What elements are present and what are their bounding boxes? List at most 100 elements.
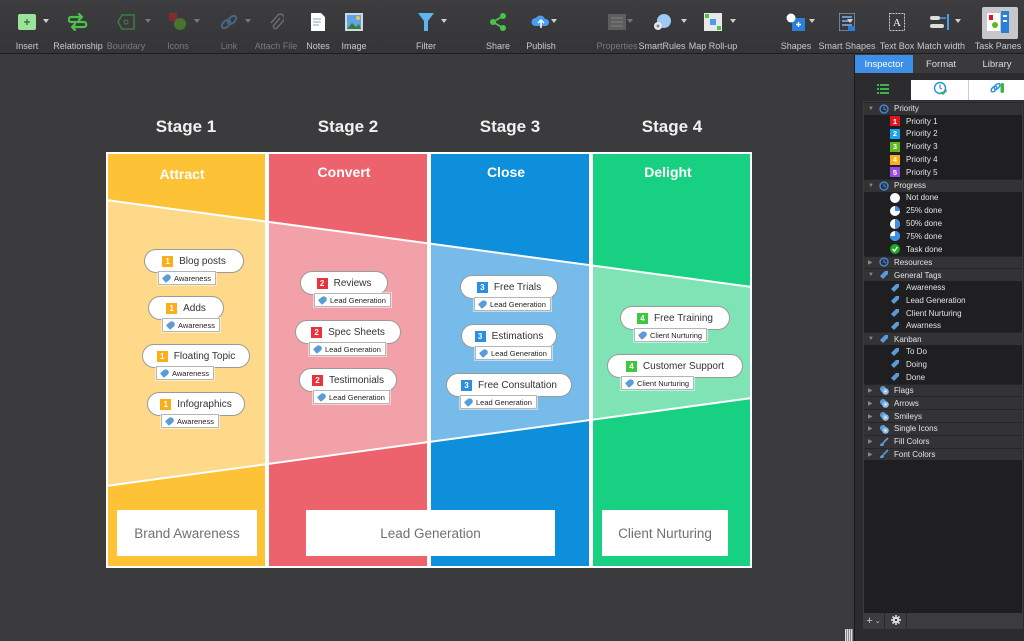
tree-item[interactable]: Done xyxy=(864,371,1022,384)
topic-node[interactable]: 3 Free Consultation xyxy=(446,373,572,397)
tree-item[interactable]: Doing xyxy=(864,358,1022,371)
disclosure-collapsed-icon[interactable]: ▶ xyxy=(868,259,876,266)
stage-footer-label[interactable]: Brand Awareness xyxy=(117,510,257,556)
tree-label: Resources xyxy=(894,257,933,267)
clock-icon xyxy=(879,104,889,114)
resize-grip[interactable] xyxy=(845,629,853,641)
settings-button[interactable] xyxy=(885,613,907,629)
disclosure-collapsed-icon[interactable]: ▶ xyxy=(868,413,876,420)
topic-node[interactable]: 1 Adds xyxy=(148,296,224,320)
tab-library[interactable]: Library xyxy=(969,55,1024,73)
add-button[interactable]: + ⌄ xyxy=(863,613,885,629)
disclosure-expanded-icon[interactable]: ▼ xyxy=(868,183,876,189)
tree-group-smileys[interactable]: ▶ Smileys xyxy=(864,409,1022,422)
tree-group-font-colors[interactable]: ▶ Font Colors xyxy=(864,447,1022,461)
tree-group-progress[interactable]: ▼ Progress xyxy=(864,178,1022,192)
topic-node[interactable]: 1 Floating Topic xyxy=(142,344,250,368)
topic-node[interactable]: 1 Infographics xyxy=(147,392,245,416)
disclosure-collapsed-icon[interactable]: ▶ xyxy=(868,438,876,445)
chevron-down-icon[interactable] xyxy=(955,19,961,23)
disclosure-collapsed-icon[interactable]: ▶ xyxy=(868,387,876,394)
tree-item[interactable]: 50% done xyxy=(864,217,1022,230)
chevron-down-icon[interactable] xyxy=(847,19,853,23)
topic-tag[interactable]: Lead Generation xyxy=(309,342,386,356)
tree-item[interactable]: 5 Priority 5 xyxy=(864,166,1022,179)
chevron-down-icon[interactable] xyxy=(441,19,447,23)
tag-icon xyxy=(638,330,648,340)
priority-2-icon: 2 xyxy=(311,326,323,338)
tree-item[interactable]: 4 Priority 4 xyxy=(864,153,1022,166)
tree-item[interactable]: To Do xyxy=(864,345,1022,358)
tree-group-fill-colors[interactable]: ▶ Fill Colors xyxy=(864,434,1022,448)
topic-tag[interactable]: Awareness xyxy=(161,414,219,428)
topic-node[interactable]: 4 Free Training xyxy=(620,306,730,330)
disclosure-collapsed-icon[interactable]: ▶ xyxy=(868,425,876,432)
tab-inspector[interactable]: Inspector xyxy=(855,55,913,73)
toolbar-match-width-button[interactable]: Match width xyxy=(911,0,971,54)
chevron-down-icon[interactable] xyxy=(730,19,736,23)
tag-icon xyxy=(464,397,474,407)
disclosure-collapsed-icon[interactable]: ▶ xyxy=(868,451,876,458)
topic-tag[interactable]: Client Nurturing xyxy=(621,376,695,390)
tree-group-priority[interactable]: ▼ Priority xyxy=(864,102,1022,115)
tree-label: Lead Generation xyxy=(906,295,966,305)
tree-item[interactable]: Lead Generation xyxy=(864,294,1022,307)
tag-label: Lead Generation xyxy=(330,295,386,305)
toolbar-map-roll-up-button[interactable]: Map Roll-up xyxy=(683,0,743,54)
tree-item[interactable]: 3 Priority 3 xyxy=(864,140,1022,153)
topic-tag[interactable]: Client Nurturing xyxy=(634,328,708,342)
topic-node[interactable]: 2 Reviews xyxy=(300,271,388,295)
tree-item[interactable]: Awareness xyxy=(864,281,1022,294)
stage-footer-label[interactable]: Lead Generation xyxy=(306,510,555,556)
disclosure-expanded-icon[interactable]: ▼ xyxy=(868,336,876,342)
tree-group-general-tags[interactable]: ▼ General Tags xyxy=(864,268,1022,282)
tree-item[interactable]: Awarness xyxy=(864,320,1022,333)
toolbar-boundary-button[interactable]: Boundary xyxy=(96,0,156,54)
tree-item[interactable]: 25% done xyxy=(864,204,1022,217)
disclosure-expanded-icon[interactable]: ▼ xyxy=(868,106,876,112)
toolbar-task-panes-button[interactable]: Task Panes xyxy=(968,0,1024,54)
tree-group-kanban[interactable]: ▼ Kanban xyxy=(864,332,1022,346)
disclosure-expanded-icon[interactable]: ▼ xyxy=(868,272,876,278)
panel-footer: + ⌄ xyxy=(863,613,1023,629)
topic-tag[interactable]: Awareness xyxy=(158,271,216,285)
toolbar-label: SmartRules xyxy=(638,41,686,51)
tree-item[interactable]: Task done xyxy=(864,243,1022,256)
disclosure-collapsed-icon[interactable]: ▶ xyxy=(868,400,876,407)
topic-node[interactable]: 3 Free Trials xyxy=(460,275,558,299)
subtab-links[interactable] xyxy=(969,80,1024,100)
topic-tag[interactable]: Lead Generation xyxy=(314,293,391,307)
topic-node[interactable]: 2 Spec Sheets xyxy=(295,320,401,344)
topic-label: Customer Support xyxy=(642,360,725,372)
tab-format[interactable]: Format xyxy=(913,55,969,73)
subtab-outline[interactable] xyxy=(855,80,911,100)
tree-item[interactable]: 75% done xyxy=(864,230,1022,243)
toolbar-publish-button[interactable]: Publish xyxy=(511,0,571,54)
tree-group-flags[interactable]: ▶ Flags xyxy=(864,383,1022,397)
toolbar-filter-button[interactable]: Filter xyxy=(396,0,456,54)
toolbar-image-button[interactable]: Image xyxy=(324,0,384,54)
topic-node[interactable]: 4 Customer Support xyxy=(607,354,743,378)
stage-footer-label[interactable]: Client Nurturing xyxy=(602,510,728,556)
tree-group-arrows[interactable]: ▶ Arrows xyxy=(864,396,1022,410)
topic-tag[interactable]: Lead Generation xyxy=(475,346,552,360)
tree-group-single-icons[interactable]: ▶ Single Icons xyxy=(864,421,1022,435)
tree-item[interactable]: 2 Priority 2 xyxy=(864,128,1022,141)
tree-item[interactable]: 1 Priority 1 xyxy=(864,115,1022,128)
topic-node[interactable]: 1 Blog posts xyxy=(144,249,244,273)
topic-tag[interactable]: Awareness xyxy=(156,366,214,380)
chevron-down-icon[interactable] xyxy=(809,19,815,23)
subtab-task-info[interactable] xyxy=(911,80,969,100)
toolbar-label: Shapes xyxy=(780,41,812,51)
chevron-down-icon[interactable] xyxy=(551,19,557,23)
topic-tag[interactable]: Lead Generation xyxy=(313,390,390,404)
topic-node[interactable]: 3 Estimations xyxy=(461,324,557,348)
tree-item[interactable]: Not done xyxy=(864,192,1022,205)
tree-item[interactable]: Client Nurturing xyxy=(864,307,1022,320)
topic-tag[interactable]: Lead Generation xyxy=(460,395,537,409)
tree-group-resources[interactable]: ▶ Resources xyxy=(864,255,1022,269)
topic-node[interactable]: 2 Testimonials xyxy=(299,368,397,392)
topic-tag[interactable]: Lead Generation xyxy=(474,297,551,311)
topic-tag[interactable]: Awareness xyxy=(162,318,220,332)
tree-label: 75% done xyxy=(906,231,943,241)
